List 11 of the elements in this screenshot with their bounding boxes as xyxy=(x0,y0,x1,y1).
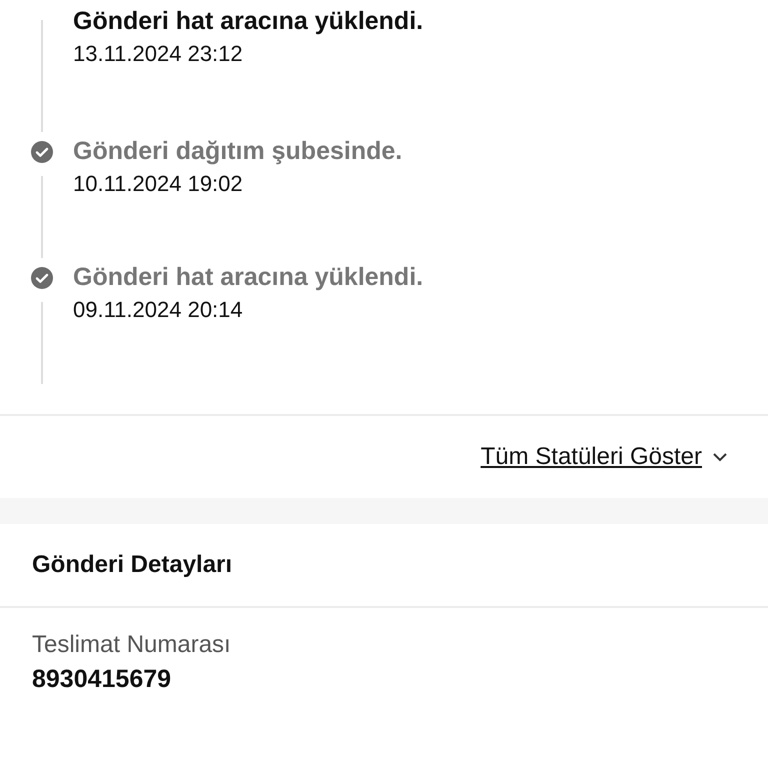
status-title: Gönderi hat aracına yüklendi. xyxy=(73,262,424,294)
status-title: Gönderi dağıtım şubesinde. xyxy=(73,136,402,168)
section-title: Gönderi Detayları xyxy=(32,550,232,580)
show-all-statuses-link[interactable]: Tüm Statüleri Göster xyxy=(480,439,728,475)
chevron-down-icon xyxy=(712,452,728,462)
status-title: Gönderi hat aracına yüklendi. xyxy=(73,6,424,38)
status-date: 09.11.2024 20:14 xyxy=(73,296,243,324)
field-value: 8930415679 xyxy=(32,664,172,694)
field-label: Teslimat Numarası xyxy=(32,630,232,660)
status-date: 10.11.2024 19:02 xyxy=(73,170,243,198)
status-date: 13.11.2024 23:12 xyxy=(73,40,243,68)
